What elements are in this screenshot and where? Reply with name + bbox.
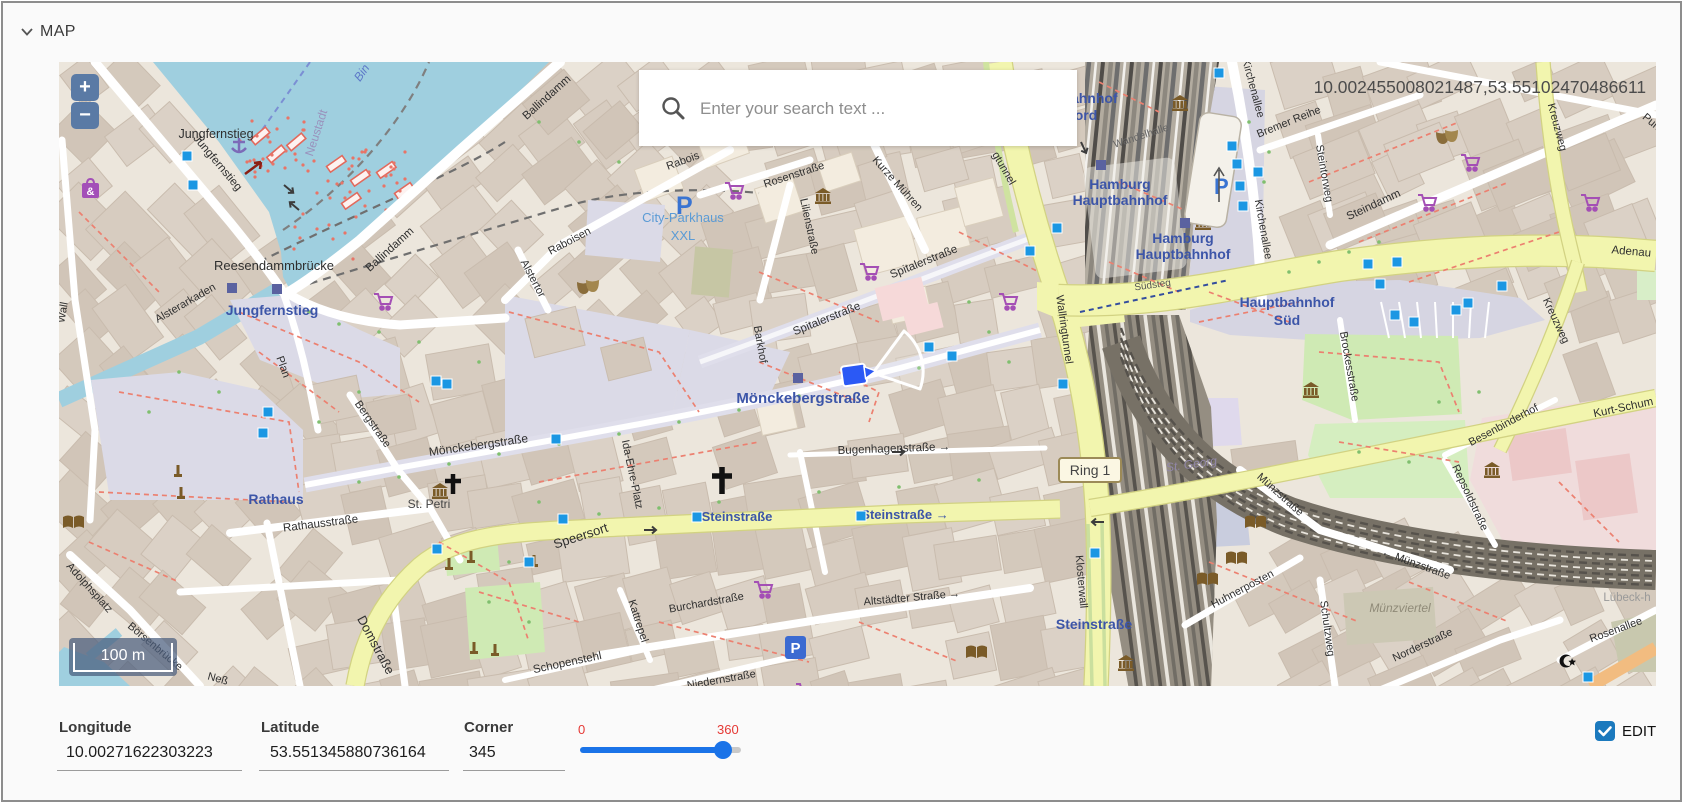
svg-text:Rathaus: Rathaus — [248, 491, 303, 507]
svg-text:P: P — [790, 640, 800, 657]
svg-text:Süd: Süd — [1274, 312, 1300, 328]
svg-text:City-Parkhaus: City-Parkhaus — [642, 210, 724, 225]
svg-text:Hauptbahnhof: Hauptbahnhof — [1073, 192, 1168, 208]
svg-text:Ring 1: Ring 1 — [1070, 462, 1111, 478]
svg-text:Lübeck-h: Lübeck-h — [1603, 592, 1650, 604]
svg-text:XXL: XXL — [671, 228, 696, 243]
svg-text:Reesendammbrücke: Reesendammbrücke — [214, 258, 334, 273]
svg-text:Jungfernstieg: Jungfernstieg — [178, 127, 253, 141]
svg-text:Hamburg: Hamburg — [1152, 230, 1213, 246]
svg-text:Münzviertel: Münzviertel — [1369, 601, 1431, 615]
svg-text:Steinstraße: Steinstraße — [1056, 616, 1132, 632]
svg-text:Hauptbahnhof: Hauptbahnhof — [1136, 246, 1231, 262]
svg-text:ord: ord — [1075, 107, 1098, 123]
svg-text:Jungfernstieg: Jungfernstieg — [226, 302, 319, 318]
svg-text:&: & — [87, 186, 95, 198]
svg-text:Steinstraße →: Steinstraße → — [861, 507, 948, 522]
svg-text:Mönckebergstraße: Mönckebergstraße — [736, 390, 869, 407]
svg-text:P: P — [1214, 174, 1229, 199]
svg-text:Hamburg: Hamburg — [1089, 176, 1150, 192]
svg-text:Steinstraße: Steinstraße — [702, 509, 773, 524]
svg-text:St. Petri: St. Petri — [408, 497, 451, 511]
svg-text:Hauptbahnhof: Hauptbahnhof — [1240, 294, 1335, 310]
